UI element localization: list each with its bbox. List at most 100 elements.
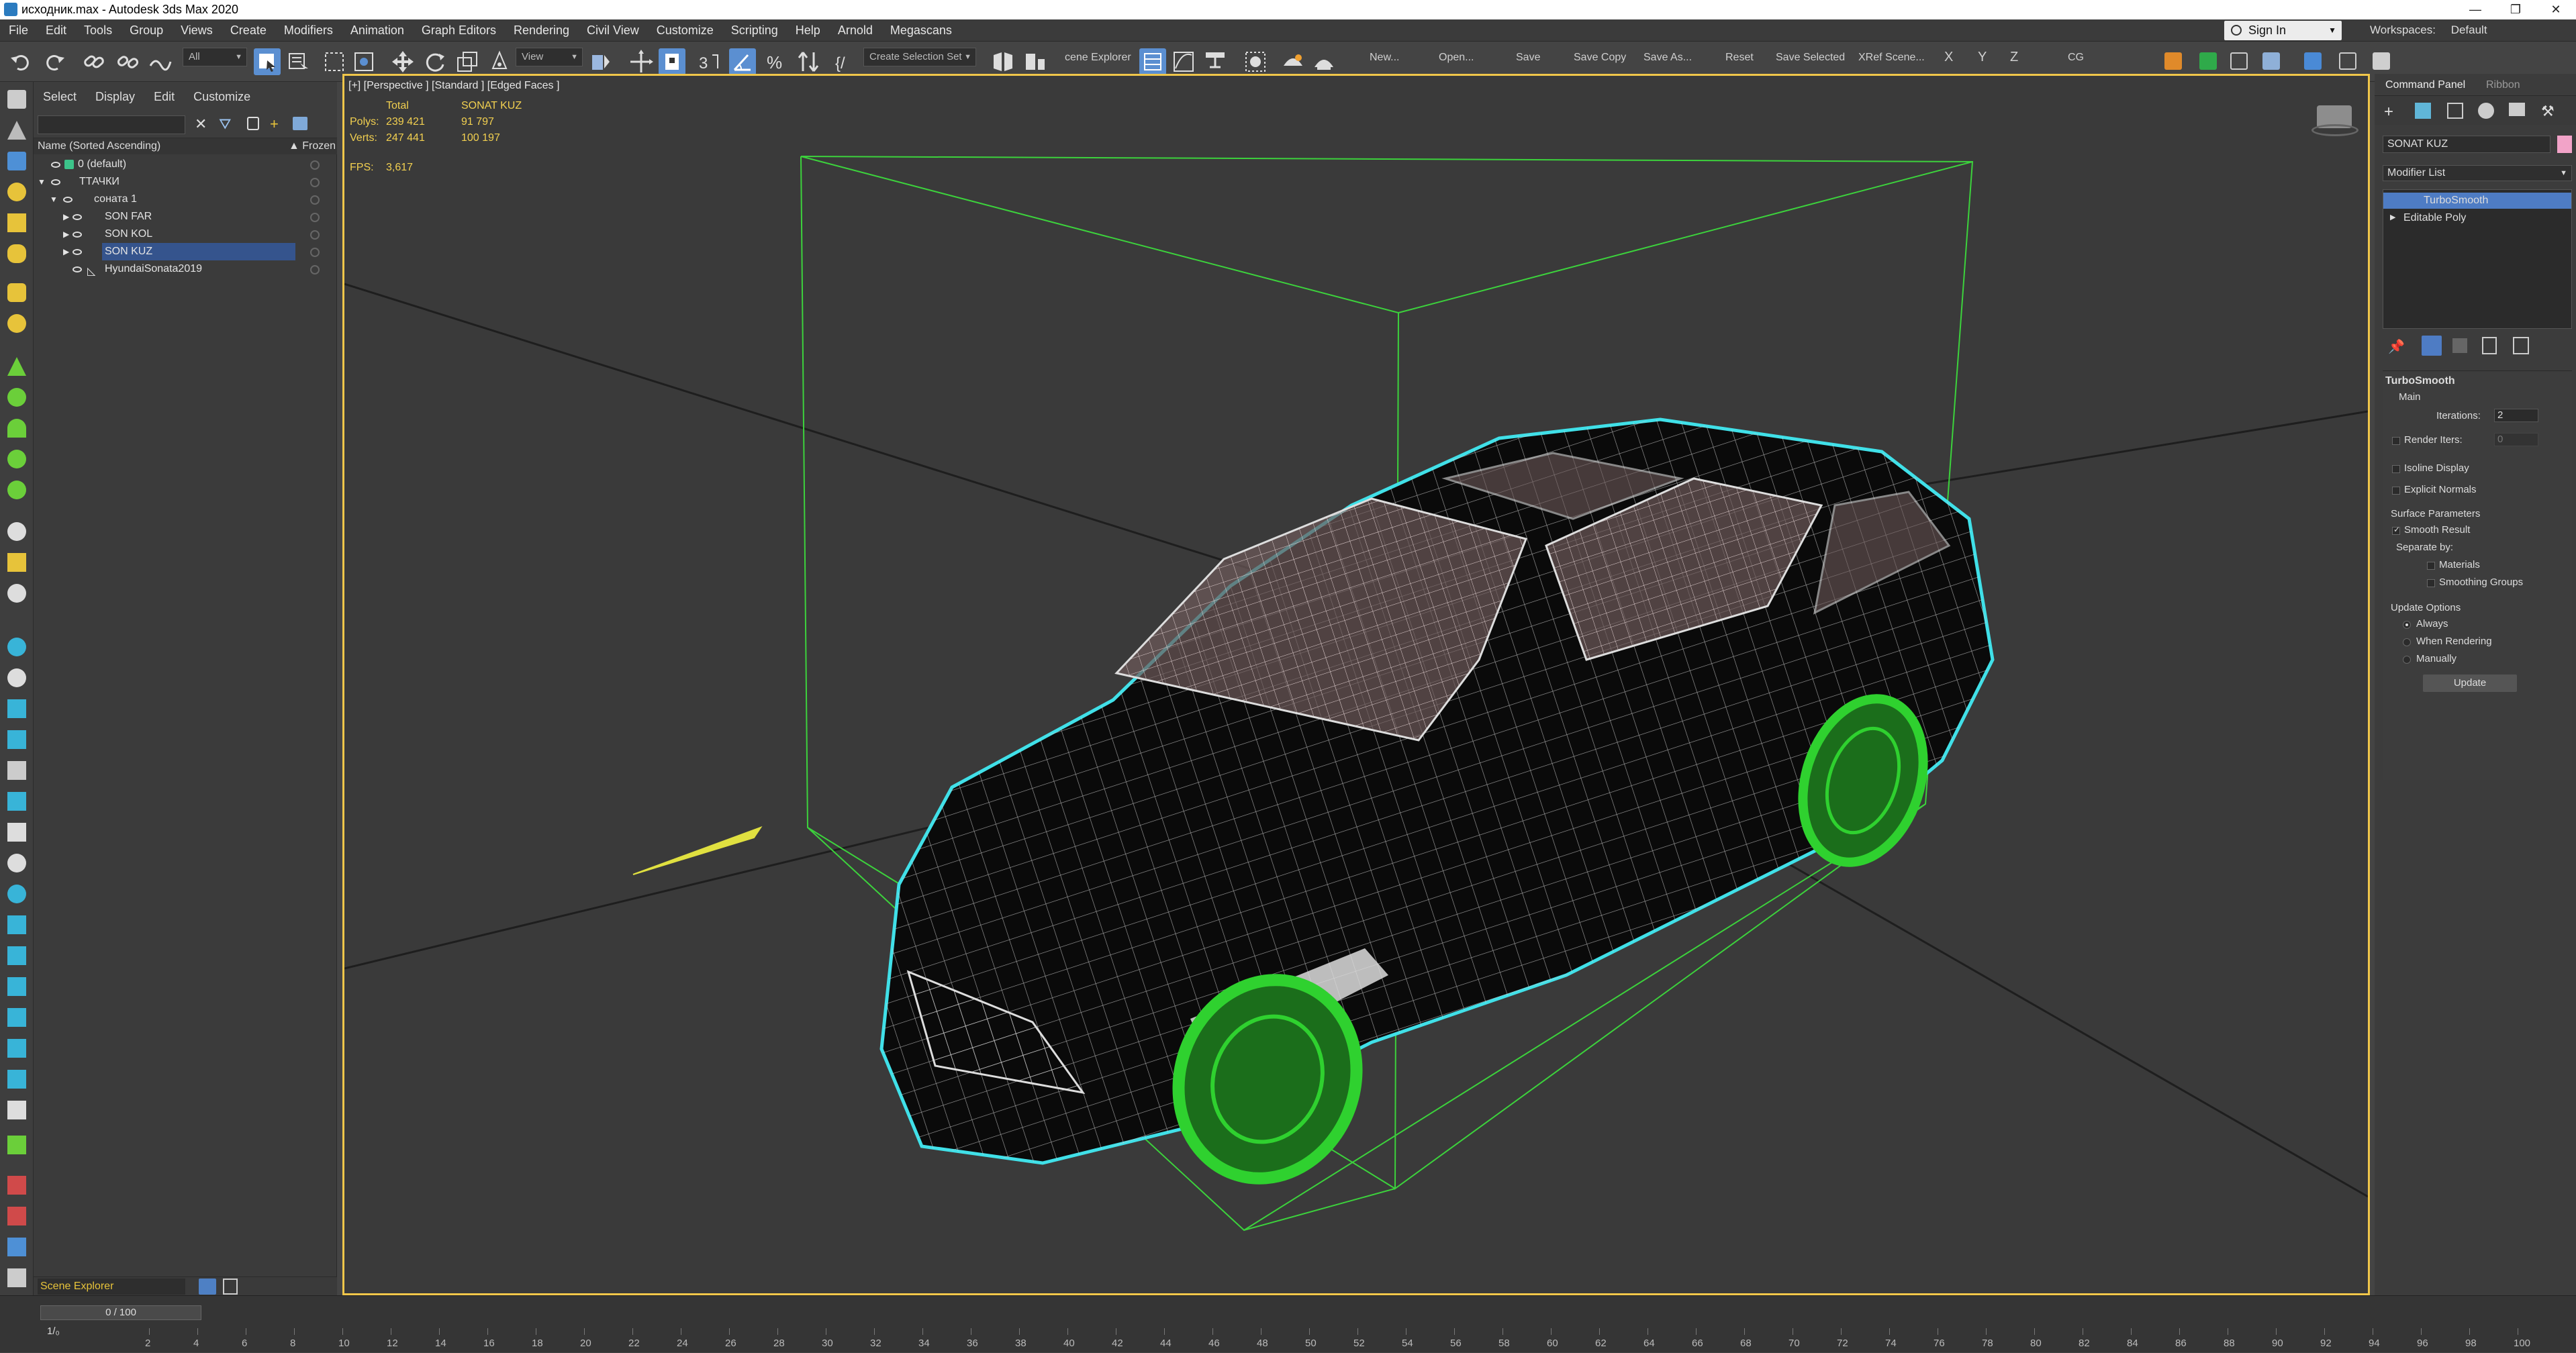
tree-row[interactable]: ◺ HyundaiSonata2019 [34, 260, 337, 278]
brush-icon[interactable] [7, 792, 26, 811]
tree-row[interactable]: ▼ ТТАЧКИ [34, 173, 337, 191]
menu-graph-editors[interactable]: Graph Editors [413, 23, 505, 38]
globe-icon[interactable] [7, 450, 26, 468]
render-setup-icon[interactable] [1280, 48, 1306, 75]
bubble-icon[interactable] [7, 885, 26, 903]
search-input[interactable] [38, 115, 185, 134]
y-axis-button[interactable]: Y [1978, 50, 1987, 65]
view-icon[interactable] [7, 1238, 26, 1256]
frame-icon[interactable] [7, 915, 26, 934]
pin-stack-icon[interactable]: 📌 [2388, 338, 2405, 355]
tree-row[interactable]: ▼ соната 1 [34, 191, 337, 208]
z-axis-button[interactable]: Z [2010, 50, 2018, 65]
menu-views[interactable]: Views [172, 23, 222, 38]
chart-icon[interactable] [7, 946, 26, 965]
create-tab-icon[interactable]: + [2384, 103, 2393, 121]
stack-item-editable-poly[interactable]: Editable Poly [2383, 210, 2571, 226]
save-as-button[interactable]: Save As... [1643, 52, 1692, 64]
refresh-icon[interactable] [7, 481, 26, 499]
unlink-icon[interactable] [114, 48, 141, 75]
eye-icon[interactable] [63, 197, 73, 203]
ring-select-icon[interactable] [7, 1070, 26, 1089]
loop-icon[interactable] [7, 1039, 26, 1058]
expand-icon[interactable] [7, 1136, 26, 1154]
wrench-icon[interactable] [2230, 52, 2248, 70]
select-object-button[interactable] [254, 48, 281, 75]
stack-item-turbosmooth[interactable]: TurboSmooth [2383, 193, 2571, 209]
move-icon[interactable] [389, 48, 416, 75]
manually-radio[interactable] [2403, 656, 2411, 664]
mirror-icon[interactable] [990, 48, 1016, 75]
page-icon[interactable] [7, 823, 26, 842]
tab-customize[interactable]: Customize [184, 90, 260, 104]
freeze-icon[interactable] [310, 265, 320, 274]
hierarchy-tab-icon[interactable] [2447, 103, 2463, 119]
layer-explorer-button[interactable] [1139, 48, 1166, 75]
save-copy-button[interactable]: Save Copy [1574, 52, 1626, 64]
menu-create[interactable]: Create [222, 23, 275, 38]
expand-arrow-icon[interactable]: ▼ [50, 191, 58, 208]
menu-civil-view[interactable]: Civil View [578, 23, 648, 38]
link-icon[interactable] [81, 48, 107, 75]
rect-selection-region-icon[interactable] [321, 48, 348, 75]
record-icon[interactable] [7, 1176, 26, 1195]
scale-icon[interactable] [454, 48, 481, 75]
save-button[interactable]: Save [1516, 52, 1540, 64]
render-iters-spinner[interactable]: 0 [2494, 433, 2538, 446]
create-icon[interactable] [7, 90, 26, 109]
pen-icon[interactable] [2339, 52, 2356, 70]
close-icon[interactable]: ✕ [2536, 0, 2576, 19]
save-selected-button[interactable]: Save Selected [1776, 52, 1845, 64]
tree-row[interactable]: ▶ SON FAR [34, 208, 337, 225]
menu-edit[interactable]: Edit [37, 23, 75, 38]
explorer-name-field[interactable]: Scene Explorer [38, 1279, 185, 1295]
tab-ribbon[interactable]: Ribbon [2486, 79, 2520, 91]
percent-snap-icon[interactable]: % [763, 48, 790, 75]
reset-button[interactable]: Reset [1725, 52, 1754, 64]
wave-icon[interactable] [7, 730, 26, 749]
expand-arrow-icon[interactable]: ▶ [63, 208, 69, 225]
xref-scene-button[interactable]: XRef Scene... [1858, 52, 1925, 64]
freeze-icon[interactable] [310, 178, 320, 187]
timeline[interactable]: 0 / 100 1/₀ 2 4 6 8 10 12 14 16 18 20 22 24 26 28 30 32… [0, 1295, 2576, 1352]
pivot-center-icon[interactable] [587, 48, 614, 75]
menu-tools[interactable]: Tools [75, 23, 121, 38]
layers-toggle-icon[interactable] [199, 1279, 216, 1295]
menu-arnold[interactable]: Arnold [829, 23, 881, 38]
selection-filter-dropdown[interactable]: All ▼ [183, 48, 247, 66]
viewport-label[interactable]: [+] [Perspective ] [Standard ] [Edged Fa… [348, 80, 559, 92]
sphere-icon[interactable] [7, 183, 26, 201]
always-radio[interactable] [2403, 621, 2411, 629]
render-icon[interactable] [7, 1207, 26, 1225]
eye-icon[interactable] [73, 266, 82, 272]
teapot-icon[interactable] [7, 121, 26, 140]
place-icon[interactable] [486, 48, 513, 75]
scatter-icon[interactable] [2199, 52, 2217, 70]
modifier-list-dropdown[interactable]: Modifier List ▼ [2383, 165, 2572, 181]
point-icon[interactable] [7, 638, 26, 656]
tab-edit[interactable]: Edit [144, 90, 184, 104]
viewcube[interactable] [2311, 99, 2358, 139]
grid-icon[interactable] [7, 761, 26, 780]
object-color-swatch[interactable] [2557, 136, 2572, 153]
hierarchy-icon[interactable] [7, 553, 26, 572]
open-button[interactable]: Open... [1439, 52, 1474, 64]
column-header[interactable]: Name (Sorted Ascending) ▲ Frozen [34, 138, 337, 154]
select-tool-icon[interactable] [7, 1008, 26, 1027]
menu-file[interactable]: File [0, 23, 37, 38]
tree-row-selected[interactable]: ▶ SON KUZ [34, 243, 337, 260]
dot-icon[interactable] [7, 668, 26, 687]
redo-icon[interactable] [40, 48, 67, 75]
scene-explorer-toggle[interactable]: cene Explorer [1065, 52, 1131, 64]
eye-icon[interactable] [51, 162, 60, 168]
select-by-name-icon[interactable] [285, 48, 312, 75]
trash-icon[interactable] [2482, 337, 2497, 354]
select-manipulate-icon[interactable] [628, 48, 655, 75]
workspaces-selector[interactable]: Workspaces: Default [2370, 23, 2487, 37]
isoline-checkbox[interactable] [2392, 465, 2400, 473]
material-editor-icon[interactable] [1242, 48, 1269, 75]
layers-icon[interactable] [293, 117, 307, 130]
motion-icon[interactable] [7, 584, 26, 603]
iterations-spinner[interactable]: 2 [2494, 409, 2538, 422]
explicit-normals-checkbox[interactable] [2392, 487, 2400, 495]
